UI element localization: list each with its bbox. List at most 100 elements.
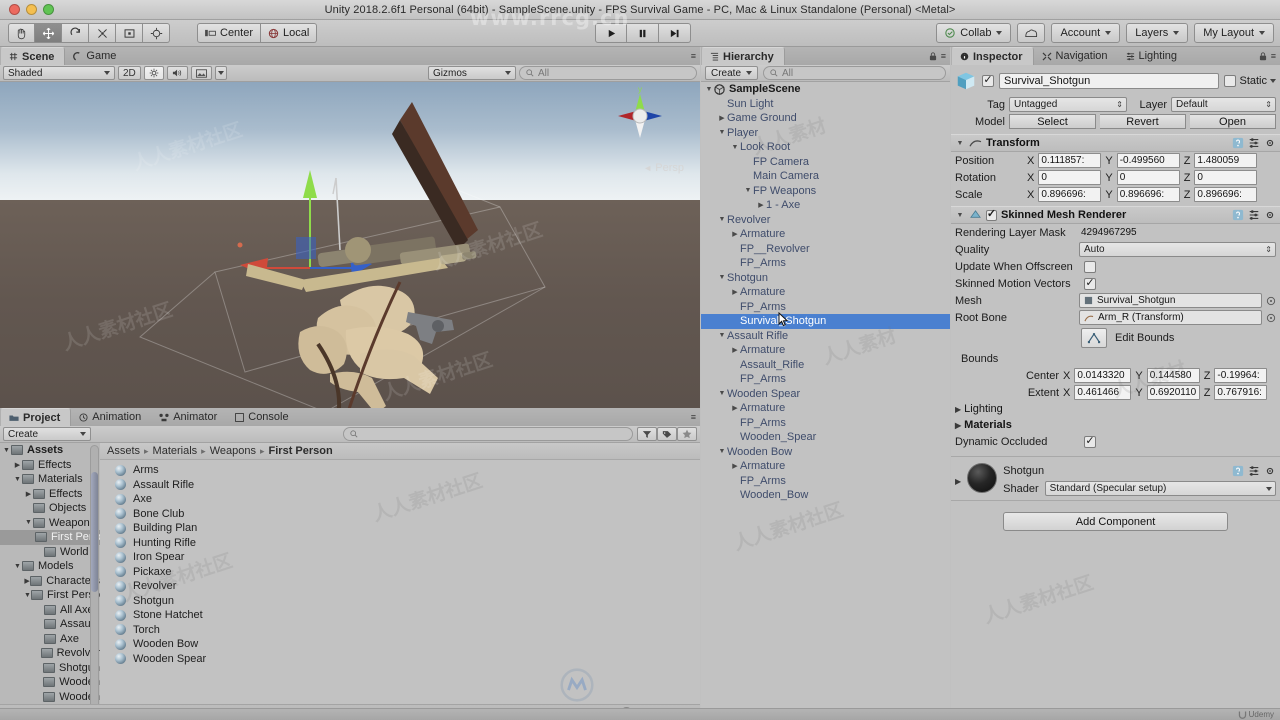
hierarchy-item[interactable]: FP_Arms [701,256,950,271]
scene-axis-gizmo[interactable]: y [608,84,672,148]
hierarchy-item[interactable]: ▶ Armature [701,285,950,300]
hierarchy-item[interactable]: ▶ Armature [701,459,950,474]
expand-arrow-icon[interactable]: ▶ [730,230,740,238]
project-folder[interactable]: Axe [0,632,100,647]
object-name-field[interactable]: Survival_Shotgun [999,73,1220,89]
hierarchy-item[interactable]: ▼ Look Root [701,140,950,155]
transform-component-header[interactable]: ▼ Transform [951,134,1280,152]
tag-dropdown[interactable]: Untagged ⇕ [1009,97,1127,112]
mesh-object-field[interactable]: Survival_Shotgun [1079,293,1262,308]
hierarchy-item[interactable]: FP__Revolver [701,242,950,257]
collapse-arrow-icon[interactable]: ▼ [13,563,22,570]
update-offscreen-checkbox[interactable] [1084,260,1096,273]
collapse-arrow-icon[interactable]: ▼ [13,476,22,483]
breadcrumb-assets[interactable]: Assets [107,445,140,457]
project-folder[interactable]: ▶ Characters [0,574,100,589]
asset-item[interactable]: Pickaxe [100,565,700,580]
bounds-center-x[interactable]: 0.0143320 [1074,368,1132,383]
collapse-arrow-icon[interactable]: ▼ [24,519,33,526]
scene-lighting-toggle[interactable] [143,66,164,80]
transform-rotation-x-field[interactable]: 0 [1038,170,1102,185]
perspective-label[interactable]: ◄ Persp [643,162,684,174]
asset-item[interactable]: Torch [100,623,700,638]
tab-hierarchy[interactable]: Hierarchy [701,47,785,65]
bounds-center-z[interactable]: -0.19964: [1214,368,1268,383]
bounds-center-y[interactable]: 0.144580 [1146,368,1200,383]
expand-arrow-icon[interactable]: ▶ [730,288,740,296]
transform-scale-y-field[interactable]: 0.896696: [1116,187,1180,202]
collapse-arrow-icon[interactable]: ▼ [24,592,31,599]
filter-by-type-button[interactable] [637,427,657,441]
bounds-extent-y[interactable]: 0.6920110 [1146,385,1200,400]
project-panel-menu-icon[interactable]: ≡ [691,412,696,422]
step-button[interactable] [659,23,691,43]
model-select-button[interactable]: Select [1009,114,1096,129]
scene-fx-toggle[interactable] [190,66,212,80]
project-folder-selected[interactable]: First Person [0,530,100,545]
asset-item[interactable]: Iron Spear [100,550,700,565]
tab-animator[interactable]: Animator [151,408,227,426]
asset-item[interactable]: Wooden Bow [100,637,700,652]
collapse-arrow-icon[interactable]: ▼ [2,447,11,454]
smr-enabled-checkbox[interactable] [986,209,997,221]
hierarchy-item[interactable]: ▶ Armature [701,401,950,416]
hierarchy-item[interactable]: ▼ Wooden Spear [701,387,950,402]
bounds-extent-x[interactable]: 0.461466 [1074,385,1132,400]
hierarchy-item[interactable]: ▼ Wooden Bow [701,445,950,460]
materials-foldout[interactable]: ▶ Materials [951,417,1280,433]
model-open-button[interactable]: Open [1190,114,1276,129]
project-create-button[interactable]: Create [3,427,91,441]
rotate-tool-button[interactable] [62,23,89,43]
asset-item[interactable]: Stone Hatchet [100,608,700,623]
project-folder[interactable]: World [0,545,100,560]
cloud-button[interactable] [1017,23,1046,43]
collapse-arrow-icon[interactable]: ▼ [717,448,727,455]
project-folder[interactable]: ▼ Materials [0,472,100,487]
account-button[interactable]: Account [1051,23,1121,43]
favorites-button[interactable] [677,427,697,441]
rendering-layer-mask-value-field[interactable]: 4294967295 [1079,225,1276,240]
expand-arrow-icon[interactable]: ▶ [717,114,727,122]
project-asset-list[interactable]: Arms Assault Rifle Axe Bone Club Building Pl… [100,460,700,666]
hierarchy-item[interactable]: ▶ Game Ground [701,111,950,126]
skinned-motion-checkbox[interactable] [1084,277,1096,290]
transform-tool-button[interactable] [143,23,170,43]
preset-icon[interactable] [1248,137,1260,149]
project-folder[interactable]: ▼ Weapons [0,516,100,531]
transform-position-x-field[interactable]: 0.111857: [1038,153,1102,168]
play-button[interactable] [595,23,627,43]
asset-item[interactable]: Shotgun [100,594,700,609]
lighting-foldout[interactable]: ▶ Lighting [951,401,1280,417]
model-revert-button[interactable]: Revert [1100,114,1186,129]
move-tool-button[interactable] [35,23,62,43]
project-folder[interactable]: All Axe [0,603,100,618]
expand-arrow-icon[interactable]: ▶ [24,490,33,498]
transform-rotation-z-field[interactable]: 0 [1194,170,1258,185]
transform-rotation-y-field[interactable]: 0 [1116,170,1180,185]
breadcrumb-weapons[interactable]: Weapons [210,445,256,457]
static-toggle-group[interactable]: Static [1224,75,1276,87]
project-search-input[interactable] [343,427,633,441]
project-folder[interactable]: Wooden [0,675,100,690]
project-tree-scroll-thumb[interactable] [91,472,98,592]
add-component-button[interactable]: Add Component [1003,512,1228,531]
tab-scene[interactable]: Scene [0,47,66,65]
help-icon[interactable] [1232,465,1244,477]
hierarchy-item[interactable]: Wooden_Spear [701,430,950,445]
inspector-menu-icon[interactable]: ≡ [1271,51,1276,61]
dynamic-occluded-checkbox[interactable] [1084,435,1096,448]
asset-item[interactable]: Hunting Rifle [100,536,700,551]
hierarchy-item-selected[interactable]: Survival_Shotgun [701,311,950,329]
gear-icon[interactable] [1264,137,1276,149]
hierarchy-item[interactable]: Assault_Rifle [701,358,950,373]
project-folder[interactable]: Assault [0,617,100,632]
hierarchy-item[interactable]: ▶ Armature [701,227,950,242]
collapse-arrow-icon[interactable]: ▼ [955,140,965,147]
project-folder[interactable]: Revolver [0,646,100,661]
scene-search-input[interactable]: All [519,66,697,80]
tab-lighting[interactable]: Lighting [1118,47,1188,65]
project-tree-scrollbar[interactable] [90,445,99,717]
project-folder[interactable]: ▼ Models [0,559,100,574]
asset-item[interactable]: Wooden Spear [100,652,700,667]
collapse-arrow-icon[interactable]: ▼ [717,216,727,223]
